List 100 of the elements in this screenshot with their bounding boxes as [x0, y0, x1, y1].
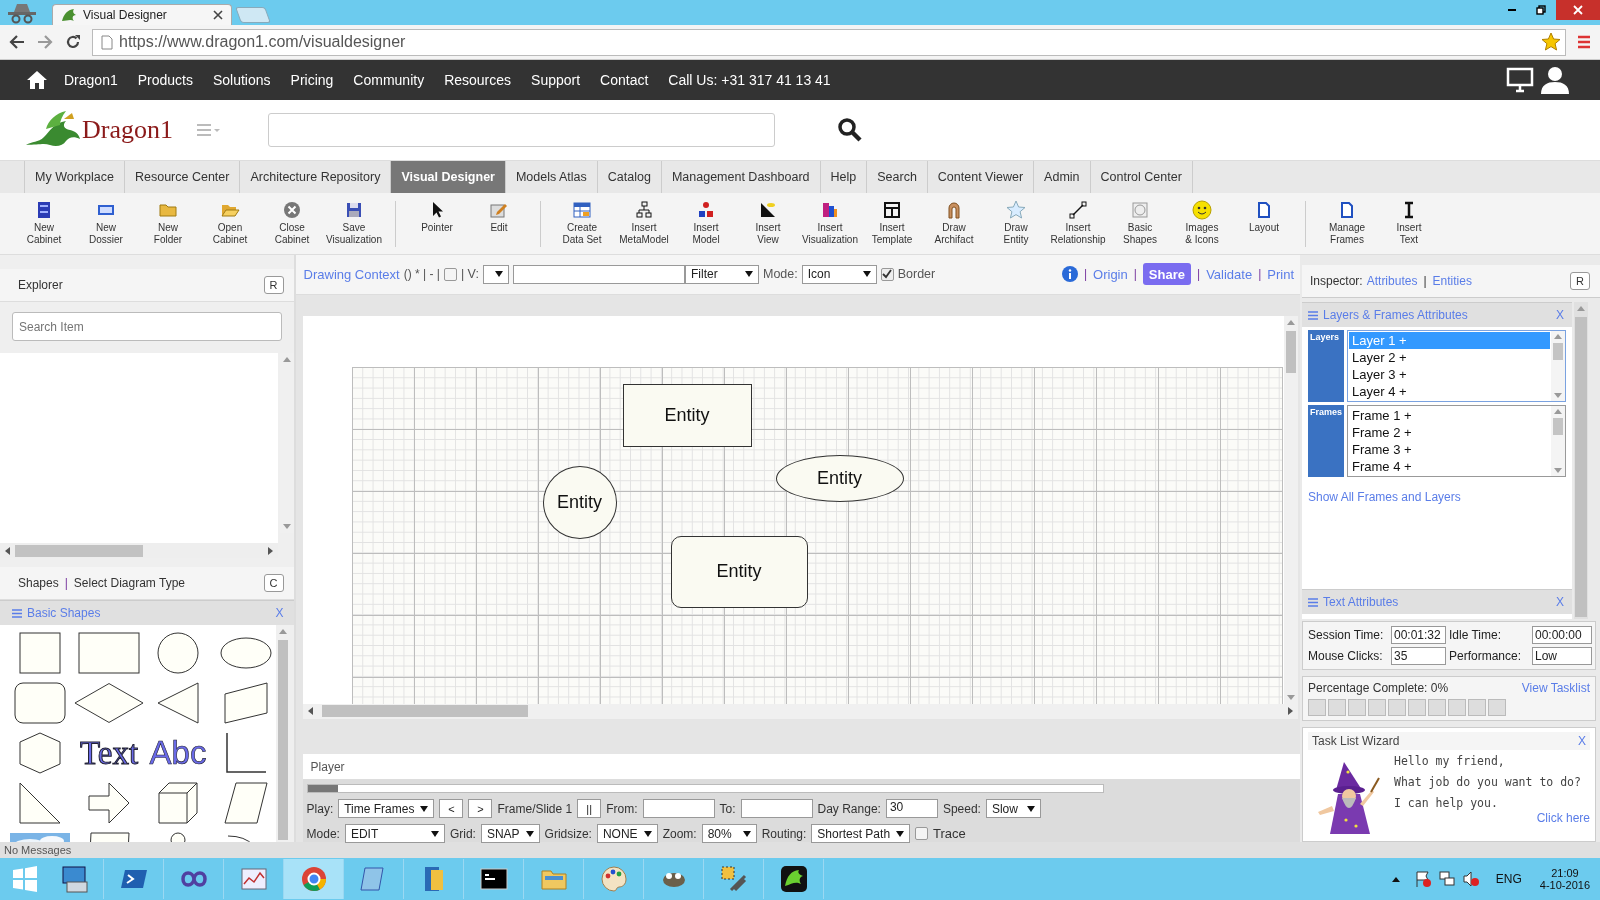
timeline-slider[interactable] — [306, 784, 1104, 793]
menu-icon[interactable] — [1576, 34, 1592, 50]
filter-dropdown[interactable]: Filter — [684, 264, 759, 284]
browser-tab[interactable]: Visual Designer — [52, 4, 232, 25]
nav-link[interactable]: Pricing — [290, 72, 334, 88]
entity-shape[interactable]: Entity — [622, 383, 752, 447]
square-shape[interactable] — [19, 632, 61, 674]
dropdown[interactable]: NONE — [596, 824, 658, 843]
rectangle-shape[interactable] — [78, 632, 140, 674]
search-icon[interactable] — [837, 117, 863, 143]
wizard-link[interactable]: Click here — [1536, 811, 1590, 825]
circle-shape[interactable] — [157, 632, 199, 674]
diagram-type-link[interactable]: Select Diagram Type — [73, 576, 185, 590]
text-sample[interactable]: Text — [79, 734, 139, 772]
scrollbar[interactable] — [1574, 302, 1588, 619]
nav-link[interactable]: Contact — [600, 72, 649, 88]
user-icon[interactable] — [1540, 66, 1570, 94]
text-sample[interactable]: Abc — [149, 734, 207, 772]
toolbar-button[interactable]: Draw Archifact — [923, 195, 985, 252]
clock-date[interactable]: 4-10-2016 — [1539, 879, 1590, 891]
entity-shape[interactable]: Entity — [775, 454, 904, 502]
scrollbar[interactable] — [1551, 406, 1565, 476]
scrollbar[interactable] — [1283, 315, 1298, 704]
nav-link[interactable]: Community — [353, 72, 425, 88]
dropdown[interactable]: SNAP — [480, 824, 540, 843]
dropdown[interactable]: EDIT — [344, 824, 445, 843]
search-field[interactable] — [268, 113, 775, 147]
action-link[interactable]: Origin — [1093, 266, 1128, 282]
list-item[interactable]: Layer 2 + — [1349, 349, 1550, 366]
text-field[interactable] — [512, 264, 685, 284]
menu-tab[interactable]: Visual Designer — [391, 161, 506, 193]
toolbar-button[interactable]: Draw Entity — [985, 195, 1047, 252]
toolbar-button[interactable]: Images & Icons — [1171, 195, 1233, 252]
list-item[interactable]: Frame 2 + — [1349, 424, 1550, 441]
toolbar-button[interactable]: New Folder — [137, 195, 199, 252]
corner-line-shape[interactable] — [225, 732, 267, 774]
home-icon[interactable] — [26, 70, 48, 90]
input-field[interactable] — [642, 799, 715, 818]
list-item[interactable]: Frame 3 + — [1349, 441, 1550, 458]
toolbar-button[interactable]: Insert Visualization — [799, 195, 861, 252]
dropdown[interactable] — [482, 264, 509, 284]
frames-list[interactable]: Frame 1 + Frame 2 + Frame 3 + Frame 4 + — [1347, 405, 1566, 477]
star-icon[interactable] — [1541, 32, 1561, 52]
nav-link[interactable]: Solutions — [212, 72, 271, 88]
close-link[interactable]: X — [1578, 734, 1586, 748]
drawing-context-link[interactable]: Drawing Context — [303, 266, 400, 282]
close-button[interactable] — [1556, 0, 1600, 20]
toolbar-button[interactable]: Insert Template — [861, 195, 923, 252]
toolbar-button[interactable]: Open Cabinet — [199, 195, 261, 252]
input-field[interactable] — [740, 799, 813, 818]
right-triangle-shape[interactable] — [19, 782, 61, 824]
toolbar-button[interactable]: Insert View — [737, 195, 799, 252]
player-button[interactable]: > — [468, 799, 493, 818]
forward-icon[interactable] — [36, 33, 54, 51]
clock-time[interactable]: 21:09 — [1551, 867, 1579, 879]
mode-dropdown[interactable]: Icon — [801, 264, 877, 284]
entity-shape[interactable]: Entity — [542, 465, 617, 539]
toolbar-button[interactable]: New Cabinet — [13, 195, 75, 252]
input-field[interactable]: 30 — [885, 799, 938, 818]
rounded-rectangle-shape[interactable] — [14, 682, 66, 724]
toolbar-button[interactable]: Insert Text — [1378, 195, 1440, 252]
dropdown[interactable]: 80% — [701, 824, 757, 843]
show-all-link[interactable]: Show All Frames and Layers — [1308, 490, 1566, 504]
toolbar-button[interactable]: Create Data Set — [551, 195, 613, 252]
inspector-tab[interactable]: Attributes — [1366, 274, 1418, 288]
monitor-icon[interactable] — [1506, 67, 1534, 93]
list-item[interactable]: Frame 1 + — [1349, 407, 1550, 424]
list-item[interactable]: Layer 4 + — [1349, 383, 1550, 400]
nav-link[interactable]: Dragon1 — [64, 72, 118, 88]
close-icon[interactable] — [213, 10, 223, 20]
checkbox[interactable] — [443, 267, 457, 281]
hexagon-shape[interactable] — [19, 732, 61, 774]
toolbar-button[interactable]: Insert Model — [675, 195, 737, 252]
arrow-shape[interactable] — [88, 782, 130, 824]
nav-link[interactable]: Products — [137, 72, 193, 88]
triangle-shape[interactable] — [157, 682, 199, 724]
toolbar-button[interactable]: Close Cabinet — [261, 195, 323, 252]
flag-icon[interactable] — [1413, 870, 1432, 888]
dropdown[interactable]: Shortest Path — [811, 824, 911, 843]
dropdown[interactable]: Slow — [985, 799, 1041, 818]
player-button[interactable]: < — [439, 799, 464, 818]
toolbar-button[interactable]: Insert Relationship — [1047, 195, 1109, 252]
shapes-link[interactable]: Shapes — [18, 576, 59, 590]
tasklist-link[interactable]: View Tasklist — [1521, 681, 1590, 695]
toolbar-button[interactable]: Basic Shapes — [1109, 195, 1171, 252]
search-field[interactable]: Search Item — [12, 312, 282, 341]
nav-link[interactable]: Support — [531, 72, 581, 88]
toolbar-button[interactable]: New Dossier — [75, 195, 137, 252]
action-link[interactable]: Print — [1267, 266, 1294, 282]
language-indicator[interactable]: ENG — [1495, 872, 1522, 886]
toolbar-button[interactable]: Manage Frames — [1316, 195, 1378, 252]
player-button[interactable]: || — [577, 799, 602, 818]
nav-link[interactable]: Call Us: +31 317 41 13 41 — [668, 72, 831, 88]
parallelogram-shape[interactable] — [224, 782, 268, 824]
checkbox[interactable] — [880, 267, 894, 281]
checkbox[interactable] — [915, 827, 929, 840]
caret-icon[interactable] — [1391, 876, 1400, 882]
toolbar-button[interactable]: Save Visualization — [323, 195, 385, 252]
toolbar-button[interactable]: Edit — [468, 195, 530, 252]
diamond-shape[interactable] — [74, 682, 144, 724]
